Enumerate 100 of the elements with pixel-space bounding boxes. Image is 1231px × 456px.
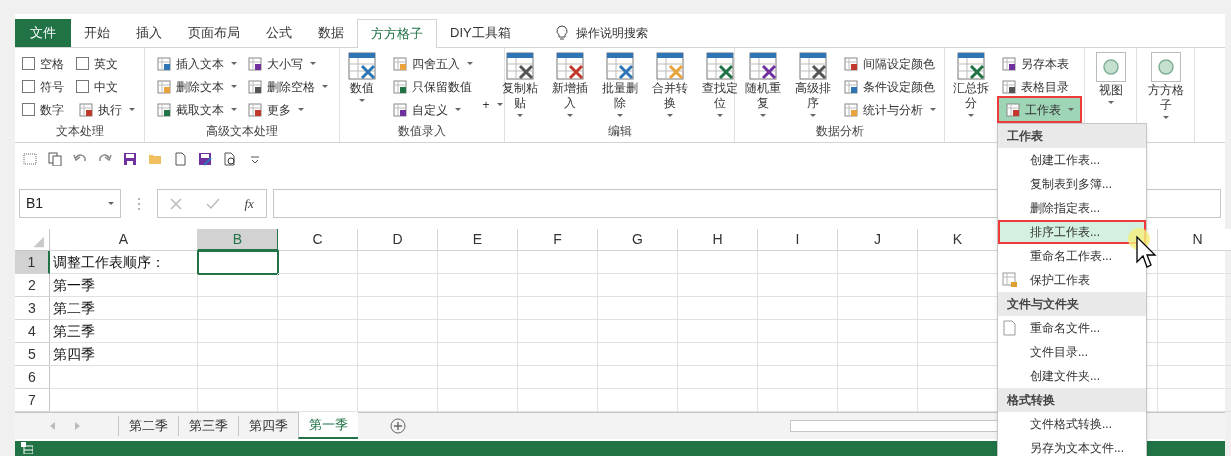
ribbon-tab[interactable]: 开始 [71, 19, 123, 47]
caret-icon [108, 202, 114, 206]
column-header[interactable]: A [50, 229, 198, 252]
menu-item[interactable]: 另存为文本文件... [998, 436, 1146, 456]
ribbon-button[interactable]: 自定义 [389, 98, 475, 121]
row-header[interactable]: 5 [15, 343, 50, 367]
grip-icon [137, 196, 141, 211]
caret-icon [616, 114, 623, 117]
ribbon-button[interactable]: 另存本表 [999, 52, 1080, 75]
copy-icon[interactable] [48, 151, 62, 166]
save-edit-icon[interactable] [198, 151, 212, 166]
column-header[interactable]: B [198, 229, 278, 252]
ribbon-tab[interactable]: 公式 [253, 19, 305, 47]
tool-icon [391, 78, 408, 95]
name-box[interactable]: B1 [19, 189, 121, 219]
ribbon-tab[interactable]: 方方格子 [357, 19, 437, 48]
row-header[interactable]: 6 [15, 366, 50, 390]
caret-icon [322, 85, 328, 88]
ribbon-button[interactable]: 截取文本 [154, 98, 239, 121]
tool-icon [749, 52, 777, 80]
new-document-icon[interactable] [173, 151, 187, 166]
ribbon-button[interactable]: 间隔设定颜色 [841, 52, 938, 75]
cell-reference: B1 [26, 194, 44, 214]
ribbon-button[interactable]: 插入文本 [154, 52, 239, 75]
ribbon-button[interactable]: 大小写 [245, 52, 330, 75]
enter-icon [206, 197, 221, 210]
tool-icon [843, 55, 859, 72]
ribbon-button[interactable]: 执行 [76, 98, 137, 121]
ribbon-button[interactable]: 更多 [245, 98, 330, 121]
column-header[interactable]: N [1158, 229, 1231, 252]
menu-item[interactable]: 创建文件夹... [998, 364, 1146, 388]
tool-icon [843, 101, 859, 118]
menu-item[interactable]: 复制表到多簿... [998, 172, 1146, 196]
ribbon-button[interactable]: 新增插入 [547, 52, 592, 117]
save-icon[interactable] [123, 151, 137, 166]
checkbox[interactable]: 数字 [22, 98, 70, 121]
ribbon-tab[interactable]: 页面布局 [175, 19, 253, 47]
checkbox[interactable]: 英文 [76, 52, 137, 75]
checkbox[interactable]: 符号 [22, 75, 70, 98]
borders-icon[interactable] [23, 151, 37, 166]
row-header[interactable]: 4 [15, 320, 50, 344]
column-header[interactable]: F [518, 229, 598, 252]
tool-icon [247, 101, 263, 118]
tool-icon [156, 55, 172, 72]
ribbon-button[interactable]: 删除文本 [154, 75, 239, 98]
ribbon-button[interactable]: 工作表 [999, 98, 1080, 121]
menu-item[interactable]: 创建工作表... [998, 148, 1146, 172]
caret-icon [566, 114, 573, 117]
menu-item[interactable]: 删除指定表... [998, 196, 1146, 220]
sheet-tab[interactable]: 第二季 [118, 416, 178, 436]
ribbon-button[interactable]: 四舍五入 [389, 52, 475, 75]
caret-icon [760, 114, 766, 117]
ribbon-button[interactable]: 高级排序 [791, 52, 835, 117]
sheet-tab[interactable]: 第一季 [298, 412, 358, 439]
menu-item[interactable]: 排序工作表... [998, 220, 1146, 244]
ribbon-button[interactable]: 统计与分析 [841, 98, 938, 121]
menu-item[interactable]: 保护工作表 [998, 268, 1146, 292]
print-preview-icon[interactable] [223, 151, 237, 166]
menu-item[interactable]: 重命名文件... [998, 316, 1146, 340]
column-header[interactable]: J [838, 229, 918, 252]
ribbon-tab[interactable]: DIY工具箱 [437, 19, 524, 47]
caret-icon [129, 108, 135, 111]
insert-function-icon[interactable]: fx [244, 193, 254, 214]
ribbon-button[interactable]: 方方格子 [1143, 52, 1188, 119]
ribbon-button[interactable]: 数值 [339, 52, 384, 102]
lightbulb-icon [555, 25, 568, 41]
caret-icon [1107, 101, 1114, 104]
ribbon-tab[interactable]: 数据 [305, 19, 357, 47]
ribbon-button[interactable]: 查找定位 [697, 52, 742, 117]
row-header[interactable]: 1 [15, 251, 50, 275]
ribbon-button[interactable]: 批量删除 [597, 52, 642, 117]
checkbox[interactable]: 空格 [22, 52, 70, 75]
ribbon-button[interactable]: 视图 [1088, 52, 1133, 104]
file-tab[interactable]: 文件 [15, 19, 71, 47]
ribbon-button[interactable]: 随机重复 [741, 52, 785, 117]
ribbon-button[interactable]: 只保留数值 [389, 75, 475, 98]
row-header[interactable]: 3 [15, 297, 50, 321]
column-header[interactable]: H [678, 229, 758, 252]
sheet-tab[interactable]: 第三季 [178, 416, 238, 436]
ribbon-button[interactable]: 汇总拆分 [949, 52, 993, 117]
column-header[interactable]: G [598, 229, 678, 252]
row-header[interactable]: 2 [15, 274, 50, 298]
ribbon-button[interactable]: 条件设定颜色 [841, 75, 938, 98]
menu-item[interactable]: 文件目录... [998, 340, 1146, 364]
row-header[interactable]: 7 [15, 389, 50, 413]
ribbon-button[interactable]: 合并转换 [647, 52, 692, 117]
column-header[interactable]: D [358, 229, 438, 252]
add-sheet-icon[interactable] [390, 417, 406, 434]
ribbon-tab[interactable]: 插入 [123, 19, 175, 47]
column-header[interactable]: I [758, 229, 838, 252]
menu-item[interactable]: 文件格式转换... [998, 412, 1146, 436]
caret-icon [298, 108, 304, 111]
tool-icon [156, 78, 172, 95]
ribbon-button[interactable]: 删除空格 [245, 75, 330, 98]
checkbox[interactable]: 中文 [76, 75, 137, 98]
column-header[interactable]: C [278, 229, 358, 252]
tell-me-search[interactable]: 操作说明搜索 [555, 19, 648, 47]
column-header[interactable]: E [438, 229, 518, 252]
tool-icon [1001, 78, 1017, 95]
caret-icon [496, 103, 503, 107]
